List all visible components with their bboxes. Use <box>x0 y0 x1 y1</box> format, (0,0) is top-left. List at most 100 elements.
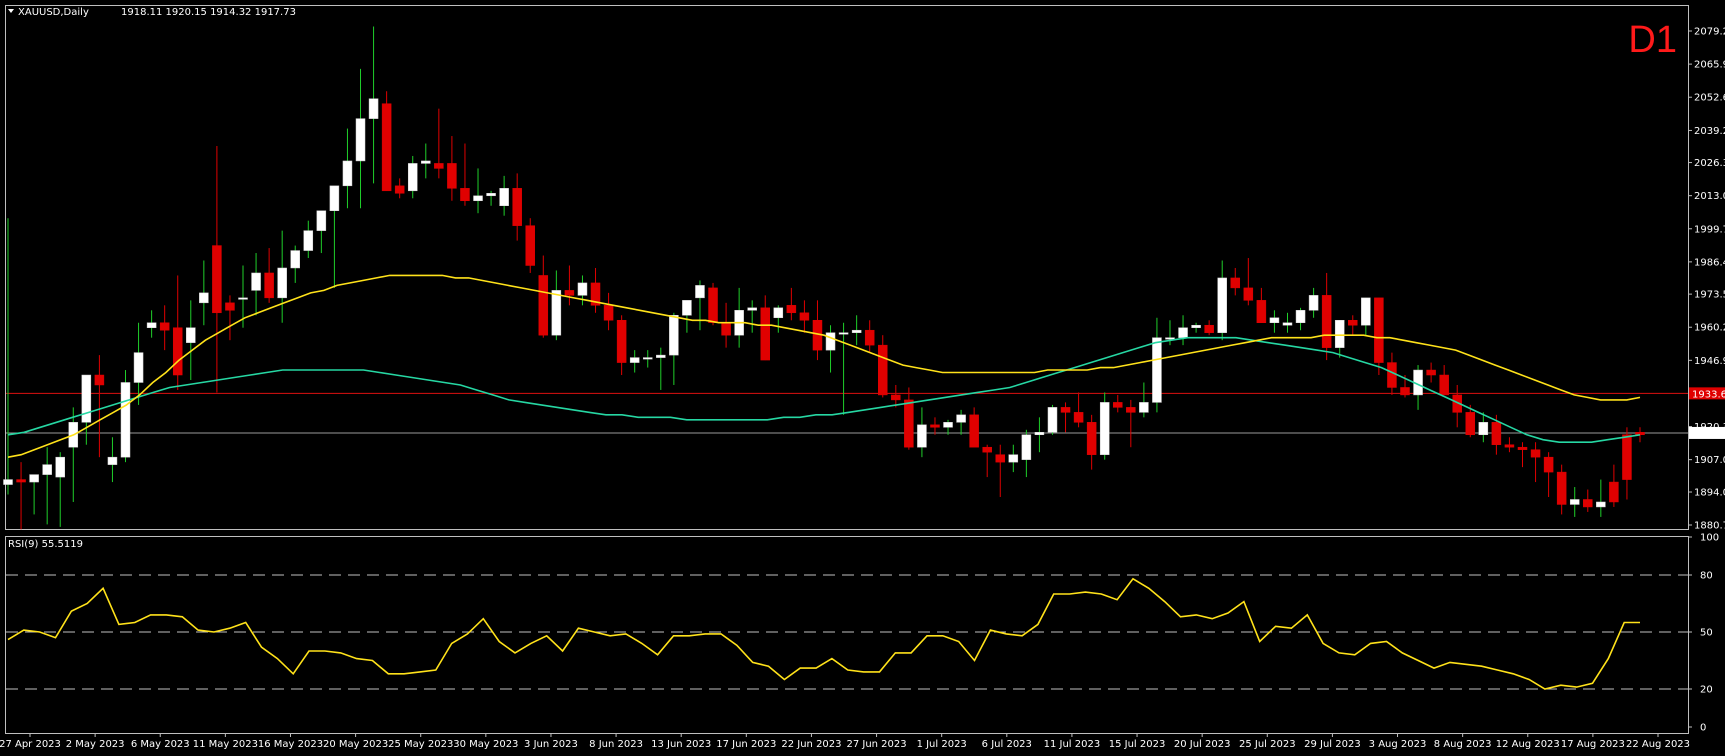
chart-canvas: 2079.20 2065.90 2052.60 2039.25 2026.35 2013.… <box>0 5 1725 750</box>
candle-body <box>1021 434 1032 460</box>
candle-body <box>107 456 118 465</box>
candle-body <box>29 474 39 483</box>
candle-body <box>1099 402 1110 455</box>
date-tick-label: 3 Jun 2023 <box>524 739 578 750</box>
candle-body <box>917 424 927 448</box>
candle-body <box>864 329 875 346</box>
candle-body <box>969 414 979 448</box>
date-tick-label: 25 May 2023 <box>388 739 453 750</box>
candle-body <box>1400 387 1410 396</box>
candle-body <box>1034 432 1045 436</box>
price-panel-frame <box>5 5 1689 530</box>
candle-body <box>3 479 13 485</box>
candle-body <box>1204 324 1214 333</box>
candle-body <box>1439 374 1449 396</box>
date-tick-label: 30 May 2023 <box>453 739 518 750</box>
horizontal-level-label: 1933.63 <box>1692 389 1725 400</box>
rsi-tick-label: 20 <box>1700 685 1713 696</box>
moving-average-slow <box>7 336 1641 443</box>
candle-body <box>1282 322 1293 326</box>
candle-body <box>1178 327 1188 338</box>
candle-body <box>1060 407 1071 413</box>
candle-body <box>1191 324 1201 328</box>
date-tick-label: 17 Jun 2023 <box>716 739 776 750</box>
candle-body <box>1609 481 1619 503</box>
candle-body <box>1152 337 1162 403</box>
candle-body <box>238 297 248 300</box>
price-tick-label: 1973.50 <box>1694 290 1725 301</box>
date-tick-label: 15 Jul 2023 <box>1109 739 1166 750</box>
candle-body <box>747 307 757 311</box>
candle-body <box>538 275 549 336</box>
date-tick-label: 6 Jul 2023 <box>982 739 1032 750</box>
candle-body <box>1139 402 1149 413</box>
price-tick-label: 1907.00 <box>1694 455 1725 466</box>
candle-body <box>473 195 483 202</box>
candle-body <box>564 290 575 296</box>
symbol-header: XAUUSD,Daily <box>18 7 89 18</box>
candle-body <box>1073 412 1084 423</box>
candle-body <box>1047 407 1058 433</box>
candle-body <box>159 322 170 331</box>
candle-body <box>1269 317 1280 323</box>
candle-body <box>721 322 731 336</box>
price-tick-label: 2065.90 <box>1694 60 1725 71</box>
candle-body <box>1622 434 1632 480</box>
date-tick-label: 16 May 2023 <box>258 739 323 750</box>
rsi-tick-label: 100 <box>1700 533 1719 544</box>
rsi-label: RSI(9) 55.5119 <box>8 539 83 550</box>
candle-body <box>421 160 431 164</box>
date-tick-label: 11 May 2023 <box>193 739 258 750</box>
candle-body <box>81 374 92 423</box>
date-tick-label: 6 May 2023 <box>131 739 190 750</box>
rsi-line <box>7 577 1640 690</box>
candle-body <box>851 329 862 333</box>
candle-body <box>368 98 379 119</box>
candle-body <box>225 302 235 311</box>
candle-body <box>825 332 836 351</box>
candle-body <box>381 103 392 192</box>
candle-body <box>1361 297 1371 326</box>
candle-body <box>1465 412 1476 436</box>
candle-body <box>878 344 888 396</box>
candle-body <box>1243 287 1254 301</box>
candle-body <box>1556 471 1567 505</box>
candle-body <box>1569 499 1580 505</box>
rsi-panel-frame <box>5 536 1689 734</box>
candle-body <box>1217 277 1227 333</box>
price-tick-label: 2026.35 <box>1694 158 1725 169</box>
candle-body <box>1478 422 1489 436</box>
price-tick-label: 1999.75 <box>1694 224 1725 235</box>
candle-body <box>603 305 614 321</box>
price-tick-label: 1986.45 <box>1694 257 1725 268</box>
candle-body <box>760 307 770 361</box>
date-tick-label: 12 Aug 2023 <box>1496 739 1560 750</box>
candle-body <box>995 454 1006 463</box>
candle-body <box>277 267 287 299</box>
candle-body <box>394 185 405 194</box>
date-tick-label: 3 Aug 2023 <box>1369 739 1427 750</box>
candle-body <box>55 456 65 478</box>
candle-body <box>94 374 105 386</box>
candle-body <box>447 163 457 189</box>
candle-body <box>1635 432 1645 436</box>
ohlc-header: 1918.11 1920.15 1914.32 1917.73 <box>121 7 296 18</box>
price-tick-label: 2039.25 <box>1694 126 1725 137</box>
candle-body <box>120 382 131 458</box>
candle-body <box>1504 444 1515 448</box>
price-tick-label: 2079.20 <box>1694 27 1725 38</box>
date-tick-label: 27 Jun 2023 <box>846 739 906 750</box>
candle-body <box>525 225 535 266</box>
date-tick-label: 13 Jun 2023 <box>651 739 711 750</box>
candle-body <box>1517 446 1528 450</box>
price-tick-label: 2013.05 <box>1694 191 1725 202</box>
price-tick-label: 1946.90 <box>1694 356 1725 367</box>
timeframe-label: D1 <box>1628 19 1677 61</box>
price-tick-label: 2052.60 <box>1694 93 1725 104</box>
rsi-tick-label: 50 <box>1700 628 1713 639</box>
candle-body <box>1256 300 1267 323</box>
candle-body <box>1165 337 1175 340</box>
candle-body <box>199 292 209 304</box>
candle-body <box>1543 456 1554 473</box>
candle-body <box>512 188 522 226</box>
